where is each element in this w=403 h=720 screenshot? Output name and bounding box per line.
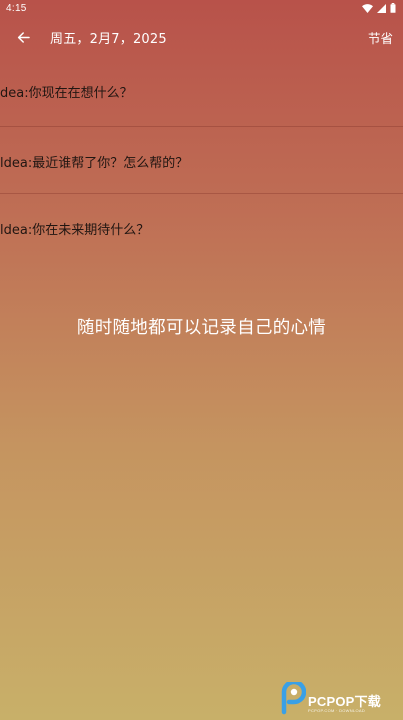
prompt-question-2[interactable]: ldea:最近谁帮了你？怎么帮的？: [0, 152, 403, 171]
watermark-sub: PCPOP.COM · DOWNLOAD: [308, 708, 366, 713]
status-icons: [362, 3, 396, 13]
date-title: 周五，2月7，2025: [50, 32, 167, 47]
divider: [0, 193, 403, 194]
save-button[interactable]: 节省: [368, 28, 393, 47]
status-time: 4:15: [6, 3, 27, 14]
arrow-left-icon: [17, 29, 30, 48]
divider: [0, 126, 403, 127]
pcpop-logo-icon: [278, 679, 307, 716]
signal-icon: [377, 3, 386, 13]
battery-icon: [390, 3, 396, 13]
status-bar: 4:15: [0, 0, 403, 18]
feature-caption: 随时随地都可以记录自己的心情: [76, 318, 327, 338]
back-button[interactable]: [12, 27, 34, 49]
wifi-icon: [362, 3, 373, 13]
prompt-question-3[interactable]: ldea:你在未来期待什么？: [0, 219, 403, 238]
prompt-question-1[interactable]: dea:你现在在想什么？: [0, 82, 403, 101]
app-bar: 周五，2月7，2025 节省: [0, 18, 403, 56]
watermark: PCPOP下载 PCPOP.COM · DOWNLOAD: [278, 679, 402, 718]
